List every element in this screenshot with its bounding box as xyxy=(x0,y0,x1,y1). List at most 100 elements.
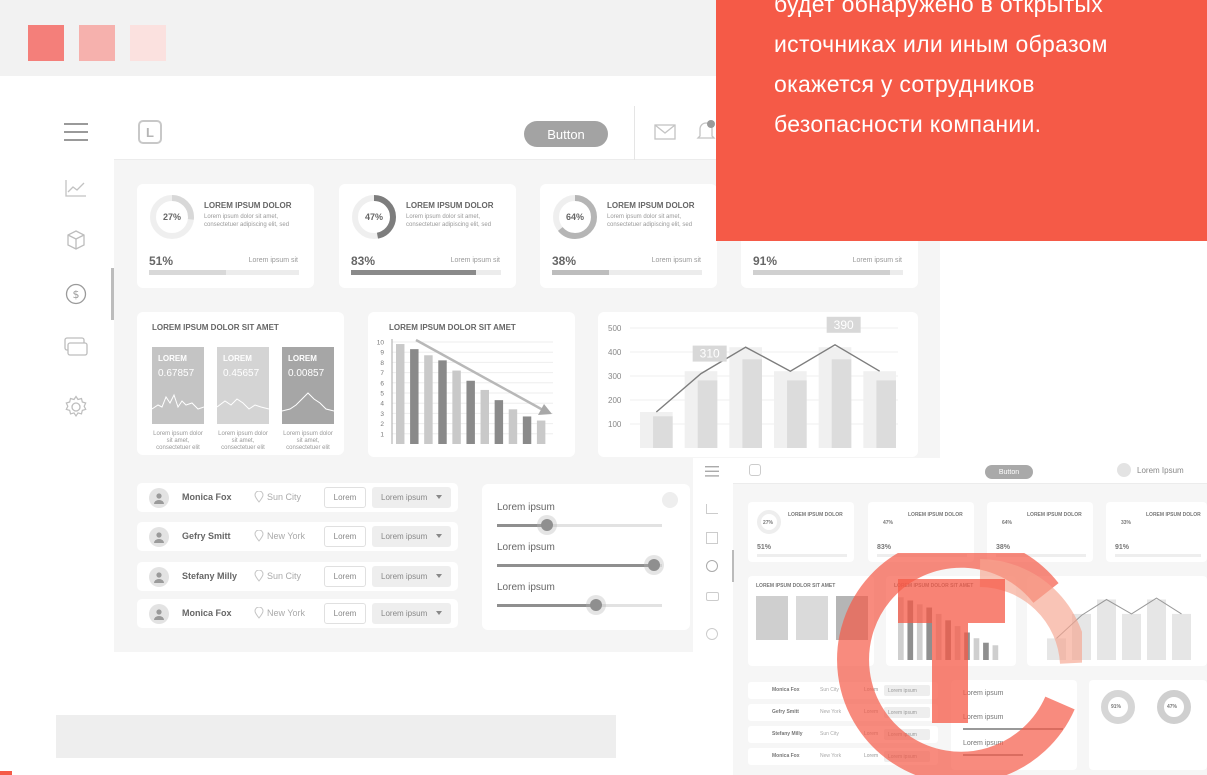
slider-2[interactable] xyxy=(497,555,664,575)
gear-icon[interactable] xyxy=(62,393,90,421)
y-tick-label: 2 xyxy=(380,421,384,428)
slider-handle[interactable] xyxy=(536,515,557,535)
avatar xyxy=(149,567,169,587)
slider-3[interactable] xyxy=(497,595,662,615)
color-square-2 xyxy=(79,25,115,61)
progress-bar xyxy=(552,270,702,275)
mini-card-value: 0.00857 xyxy=(288,368,325,379)
preview-progress-bar xyxy=(1115,554,1201,557)
bar xyxy=(396,344,405,444)
preview-ring-percent: 27% xyxy=(763,520,774,526)
slider-label: Lorem ipsum xyxy=(497,502,555,513)
bell-icon[interactable] xyxy=(696,119,716,143)
bar xyxy=(424,355,433,444)
bar xyxy=(876,380,896,448)
preview-donut-percent: 91% xyxy=(1111,704,1122,710)
mini-card-header: LOREM 0.67857 xyxy=(152,347,204,424)
svg-text:$: $ xyxy=(73,288,80,301)
stat-card-3: 64% LOREM IPSUM DOLOR Lorem ipsum dolor … xyxy=(540,184,717,288)
bar xyxy=(494,400,504,444)
stat-percent: 83% xyxy=(351,254,376,268)
bar-chart: 1 2 3 4 5 6 7 8 9 10 xyxy=(377,338,553,444)
action-button[interactable]: Lorem xyxy=(324,487,366,508)
chevron-down-icon xyxy=(436,574,442,578)
preview-stat-percent: 83% xyxy=(877,544,892,551)
location-pin-icon xyxy=(254,530,264,542)
widget-title: LOREM IPSUM DOLOR SIT AMET xyxy=(152,323,279,332)
mini-card-header: LOREM 0.45657 xyxy=(217,347,269,424)
preview-ring-percent: 47% xyxy=(883,520,894,526)
table-row: Gefry Smitt New York Lorem Lorem ipsum xyxy=(137,522,458,551)
slider-handle[interactable] xyxy=(586,595,606,615)
progress-bar xyxy=(149,270,299,275)
progress-fill xyxy=(149,270,226,275)
action-button[interactable]: Lorem xyxy=(324,566,366,587)
preview-dollar-icon xyxy=(706,560,718,572)
table-row: Stefany Milly Sun City Lorem Lorem ipsum xyxy=(137,562,458,591)
person-name: Monica Fox xyxy=(182,492,232,502)
preview-bar xyxy=(1122,613,1141,660)
select-value: Lorem ipsum xyxy=(381,572,428,581)
select-dropdown[interactable]: Lorem ipsum xyxy=(372,487,451,508)
chart-line-icon[interactable] xyxy=(62,174,90,202)
person-city: Sun City xyxy=(267,492,302,502)
bar xyxy=(787,380,807,448)
table-row: Monica Fox New York Lorem Lorem ipsum xyxy=(137,599,458,628)
mail-icon[interactable] xyxy=(654,124,676,140)
preview-stat-percent: 51% xyxy=(757,544,772,551)
header-divider xyxy=(634,106,635,160)
sliders-widget: Lorem ipsum Lorem ipsum Lorem ipsum xyxy=(482,484,690,630)
menu-icon[interactable] xyxy=(62,118,90,146)
avatar xyxy=(149,527,169,547)
progress-fill xyxy=(753,270,890,275)
preview-cards-icon xyxy=(706,592,719,601)
select-dropdown[interactable]: Lorem ipsum xyxy=(372,566,451,587)
preview-stat-title: LOREM IPSUM DOLOR xyxy=(788,512,843,518)
mini-card-2: LOREM 0.45657 Lorem ipsum dolor sit amet… xyxy=(217,347,269,464)
dollar-icon[interactable]: $ xyxy=(62,280,90,308)
logo-icon[interactable]: L xyxy=(138,120,162,144)
person-city: New York xyxy=(267,531,306,541)
location-pin-icon xyxy=(254,491,264,503)
stat-description: Lorem ipsum dolor sit amet, consectetuer… xyxy=(607,214,693,228)
stat-label: Lorem ipsum sit xyxy=(651,257,701,264)
widget-menu-icon[interactable] xyxy=(662,492,678,508)
stat-title: LOREM IPSUM DOLOR xyxy=(406,201,494,210)
slider-fill xyxy=(497,564,654,567)
select-dropdown[interactable]: Lorem ipsum xyxy=(372,526,451,547)
select-dropdown[interactable]: Lorem ipsum xyxy=(372,603,451,624)
header-button[interactable]: Button xyxy=(524,121,608,147)
cards-icon[interactable] xyxy=(62,333,90,361)
slider-1[interactable] xyxy=(497,515,662,535)
mini-card-value: 0.45657 xyxy=(223,368,260,379)
bar xyxy=(653,416,673,448)
y-tick-label: 200 xyxy=(608,396,622,405)
preview-sidebar xyxy=(693,458,734,775)
y-tick-label: 8 xyxy=(380,360,384,367)
action-button[interactable]: Lorem xyxy=(324,526,366,547)
stat-description: Lorem ipsum dolor sit amet, consectetuer… xyxy=(204,214,290,228)
cube-icon[interactable] xyxy=(62,226,90,254)
preview-person-name: Gefry Smitt xyxy=(772,709,799,715)
preview-ring-percent: 33% xyxy=(1121,520,1132,526)
ring-percent: 64% xyxy=(565,212,584,222)
slider-handle[interactable] xyxy=(643,555,664,575)
combo-chart: 100 200 300 400 500 310 390 xyxy=(608,316,898,448)
chevron-down-icon xyxy=(436,495,442,499)
bar xyxy=(522,416,532,444)
ring-percent: 27% xyxy=(162,212,181,222)
bar xyxy=(742,359,762,448)
stat-label: Lorem ipsum sit xyxy=(450,257,500,264)
bar xyxy=(480,389,489,444)
preview-stat-title: LOREM IPSUM DOLOR xyxy=(908,512,963,518)
chevron-down-icon xyxy=(436,611,442,615)
data-label: 390 xyxy=(834,318,854,332)
slider-knob xyxy=(647,559,660,571)
y-tick-label: 1 xyxy=(380,431,384,438)
person-name: Monica Fox xyxy=(182,608,232,618)
data-label: 310 xyxy=(700,347,720,361)
action-button[interactable]: Lorem xyxy=(324,603,366,624)
overlay-text: будет обнаружено в открытых источниках и… xyxy=(774,0,1108,137)
stat-label: Lorem ipsum sit xyxy=(852,257,902,264)
preview-user-label: Lorem Ipsum xyxy=(1137,466,1184,475)
